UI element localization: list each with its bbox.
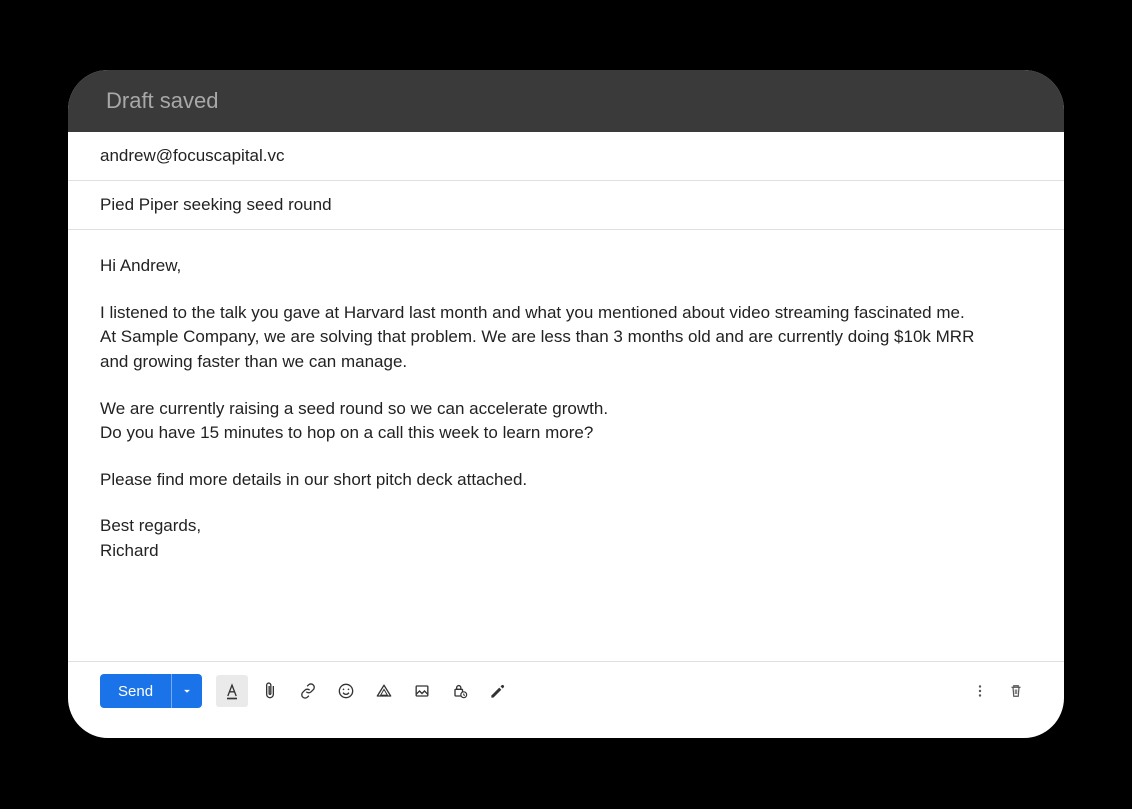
drive-triangle-icon <box>374 681 394 701</box>
compose-window: Draft saved andrew@focuscapital.vc Pied … <box>68 70 1064 738</box>
body-signoff: Best regards, <box>100 514 1032 539</box>
lock-clock-icon <box>450 681 470 701</box>
paperclip-icon <box>260 681 280 701</box>
body-line: I listened to the talk you gave at Harva… <box>100 301 1032 326</box>
insert-drive-button[interactable] <box>368 675 400 707</box>
to-field[interactable]: andrew@focuscapital.vc <box>68 132 1064 181</box>
send-button[interactable]: Send <box>100 674 202 708</box>
pen-icon <box>488 681 508 701</box>
draft-status: Draft saved <box>106 88 219 114</box>
body-line: We are currently raising a seed round so… <box>100 397 1032 422</box>
insert-signature-button[interactable] <box>482 675 514 707</box>
attach-file-button[interactable] <box>254 675 286 707</box>
to-value: andrew@focuscapital.vc <box>100 146 285 165</box>
insert-emoji-button[interactable] <box>330 675 362 707</box>
kebab-icon <box>971 682 989 700</box>
body-line: Please find more details in our short pi… <box>100 468 1032 493</box>
link-icon <box>298 681 318 701</box>
insert-link-button[interactable] <box>292 675 324 707</box>
trash-icon <box>1007 682 1025 700</box>
send-more-options[interactable] <box>171 674 202 708</box>
body-line: At Sample Company, we are solving that p… <box>100 325 1032 350</box>
caret-down-icon <box>180 684 194 698</box>
header-bar: Draft saved <box>68 70 1064 132</box>
toolbar: Send <box>68 661 1064 738</box>
subject-field[interactable]: Pied Piper seeking seed round <box>68 181 1064 230</box>
smile-icon <box>336 681 356 701</box>
insert-image-button[interactable] <box>406 675 438 707</box>
subject-value: Pied Piper seeking seed round <box>100 195 332 214</box>
send-label: Send <box>100 683 171 700</box>
discard-draft-button[interactable] <box>1000 675 1032 707</box>
confidential-mode-button[interactable] <box>444 675 476 707</box>
message-body[interactable]: Hi Andrew, I listened to the talk you ga… <box>68 230 1064 661</box>
text-format-button[interactable] <box>216 675 248 707</box>
more-options-button[interactable] <box>964 675 996 707</box>
text-format-icon <box>222 681 242 701</box>
body-name: Richard <box>100 539 1032 564</box>
body-line: Do you have 15 minutes to hop on a call … <box>100 421 1032 446</box>
body-greeting: Hi Andrew, <box>100 254 1032 279</box>
body-line: and growing faster than we can manage. <box>100 350 1032 375</box>
image-icon <box>412 681 432 701</box>
